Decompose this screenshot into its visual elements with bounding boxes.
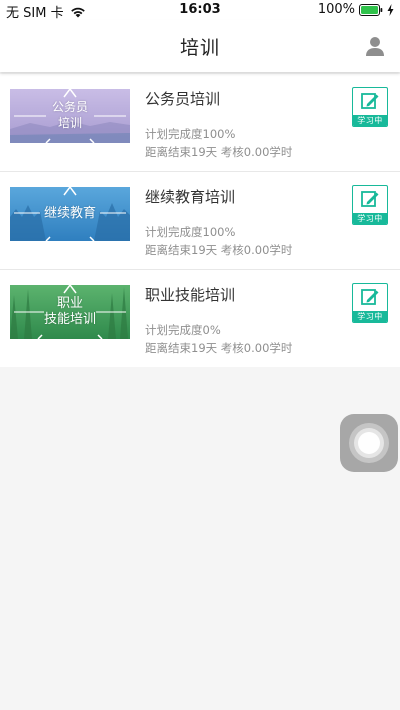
status-right: 100%: [318, 2, 394, 17]
edit-pencil-icon: [361, 93, 379, 109]
page-title: 培训: [179, 37, 220, 59]
battery-percent: 100%: [317, 2, 355, 17]
thumbnail-label-line1: 职业: [56, 296, 83, 311]
course-item[interactable]: 职业 技能培训 职业技能培训 计划完成度0% 距离结束19天 考核0.00学时 …: [0, 270, 400, 367]
edit-pencil-icon: [361, 289, 379, 305]
course-item[interactable]: 公务员 培训 公务员培训 计划完成度100% 距离结束19天 考核0.00学时 …: [0, 74, 400, 172]
course-progress: 计划完成度100%: [145, 225, 236, 239]
course-progress: 计划完成度0%: [145, 323, 221, 337]
charging-bolt-icon: [387, 3, 394, 16]
studying-badge[interactable]: 学习中: [352, 283, 388, 323]
course-title: 公务员培训: [145, 90, 221, 108]
course-meta: 距离结束19天 考核0.00学时: [145, 145, 293, 159]
edit-pencil-icon: [361, 191, 379, 207]
badge-label: 学习中: [353, 115, 387, 126]
course-thumbnail: 公务员 培训: [10, 89, 130, 143]
thumbnail-label-line1: 公务员: [51, 100, 88, 114]
course-title: 继续教育培训: [145, 188, 236, 206]
battery-icon: [359, 3, 383, 16]
thumbnail-label-line1: 继续教育: [43, 206, 96, 221]
course-item[interactable]: 继续教育 继续教育培训 计划完成度100% 距离结束19天 考核0.00学时 学…: [0, 172, 400, 270]
course-title: 职业技能培训: [145, 286, 236, 304]
course-thumbnail: 职业 技能培训: [10, 285, 130, 339]
assistive-touch-button[interactable]: [340, 414, 398, 472]
course-thumbnail: 继续教育: [10, 187, 130, 241]
studying-badge[interactable]: 学习中: [352, 185, 388, 225]
badge-label: 学习中: [353, 213, 387, 224]
course-meta: 距离结束19天 考核0.00学时: [145, 243, 293, 257]
assistive-touch-ring-inner: [358, 432, 380, 454]
thumbnail-label-line2: 培训: [57, 116, 82, 130]
badge-label: 学习中: [353, 311, 387, 322]
nav-bar: 培训: [0, 20, 400, 72]
course-meta: 距离结束19天 考核0.00学时: [145, 341, 293, 355]
studying-badge[interactable]: 学习中: [352, 87, 388, 127]
course-progress: 计划完成度100%: [145, 127, 236, 141]
user-icon[interactable]: [364, 35, 386, 57]
screen: 无 SIM 卡 16:03 100% 培训 公务员 培训 公务员培训 计划完成度…: [0, 0, 400, 710]
status-bar: 无 SIM 卡 16:03 100%: [0, 0, 400, 21]
course-list: 公务员 培训 公务员培训 计划完成度100% 距离结束19天 考核0.00学时 …: [0, 74, 400, 367]
thumbnail-label-line2: 技能培训: [43, 312, 96, 327]
